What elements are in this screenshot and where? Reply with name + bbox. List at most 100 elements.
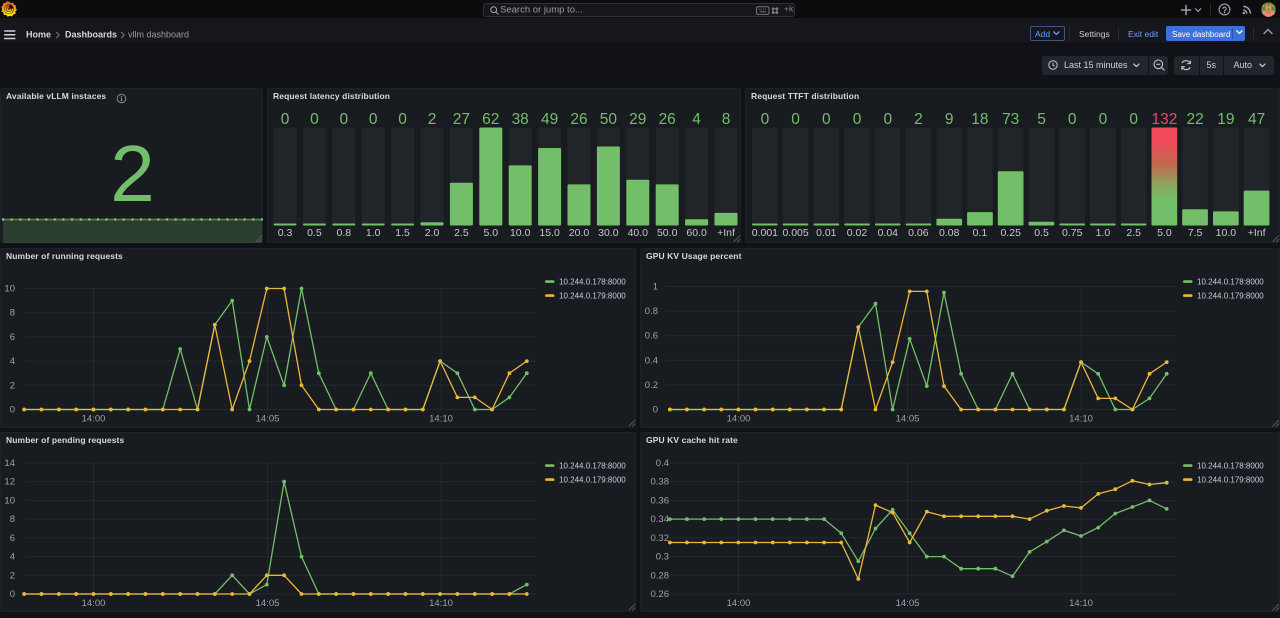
- svg-text:14:10: 14:10: [1069, 598, 1093, 609]
- svg-text:0.28: 0.28: [651, 570, 670, 581]
- svg-text:14:10: 14:10: [1069, 414, 1093, 425]
- svg-text:0.01: 0.01: [816, 227, 837, 239]
- svg-text:8: 8: [10, 308, 15, 319]
- svg-text:14:00: 14:00: [727, 414, 751, 425]
- svg-text:1: 1: [653, 282, 658, 293]
- svg-text:+Inf: +Inf: [717, 227, 735, 239]
- svg-text:26: 26: [659, 111, 676, 128]
- svg-text:6: 6: [10, 332, 15, 343]
- svg-text:10.244.0.179:8000: 10.244.0.179:8000: [559, 476, 626, 485]
- svg-text:0.3: 0.3: [656, 552, 669, 563]
- svg-text:73: 73: [1002, 111, 1019, 128]
- svg-text:0.32: 0.32: [651, 533, 670, 544]
- svg-text:60.0: 60.0: [686, 227, 707, 239]
- svg-text:0.75: 0.75: [1062, 227, 1083, 239]
- svg-text:49: 49: [541, 111, 558, 128]
- svg-text:0.25: 0.25: [1000, 227, 1021, 239]
- svg-text:50.0: 50.0: [657, 227, 678, 239]
- svg-text:14:05: 14:05: [896, 598, 920, 609]
- svg-text:0.3: 0.3: [278, 227, 293, 239]
- svg-text:+k: +k: [784, 4, 794, 14]
- svg-text:18: 18: [971, 111, 988, 128]
- svg-text:5.0: 5.0: [483, 227, 498, 239]
- svg-text:10.244.0.178:8000: 10.244.0.178:8000: [1197, 278, 1264, 287]
- svg-text:0: 0: [398, 111, 407, 128]
- svg-text:1.0: 1.0: [1096, 227, 1111, 239]
- svg-text:10.0: 10.0: [510, 227, 531, 239]
- svg-text:Exit edit: Exit edit: [1128, 29, 1159, 39]
- svg-text:1.5: 1.5: [395, 227, 410, 239]
- svg-text:10.244.0.178:8000: 10.244.0.178:8000: [1197, 462, 1264, 471]
- svg-text:0.08: 0.08: [939, 227, 960, 239]
- svg-text:5.0: 5.0: [1157, 227, 1172, 239]
- svg-text:5: 5: [1037, 111, 1046, 128]
- svg-text:0: 0: [853, 111, 862, 128]
- svg-text:10.244.0.178:8000: 10.244.0.178:8000: [559, 462, 626, 471]
- svg-text:0: 0: [10, 589, 15, 600]
- svg-text:0: 0: [822, 111, 831, 128]
- svg-text:0.34: 0.34: [651, 514, 670, 525]
- svg-text:14:10: 14:10: [429, 414, 453, 425]
- svg-text:Settings: Settings: [1079, 29, 1110, 39]
- svg-text:2: 2: [10, 380, 15, 391]
- svg-text:4: 4: [10, 356, 15, 367]
- svg-text:2: 2: [10, 570, 15, 581]
- svg-text:4: 4: [692, 111, 701, 128]
- svg-text:14: 14: [4, 458, 15, 469]
- svg-text:15.0: 15.0: [539, 227, 560, 239]
- svg-text:14:00: 14:00: [82, 598, 106, 609]
- svg-text:14:10: 14:10: [429, 598, 453, 609]
- svg-text:0.38: 0.38: [651, 477, 670, 488]
- svg-text:0: 0: [310, 111, 319, 128]
- svg-text:8: 8: [722, 111, 731, 128]
- svg-text:2.0: 2.0: [425, 227, 440, 239]
- svg-text:0.5: 0.5: [1034, 227, 1049, 239]
- svg-text:26: 26: [570, 111, 587, 128]
- svg-text:8: 8: [10, 514, 15, 525]
- svg-text:29: 29: [629, 111, 646, 128]
- svg-text:6: 6: [10, 533, 15, 544]
- svg-text:vllm dashboard: vllm dashboard: [128, 30, 189, 40]
- svg-text:40.0: 40.0: [628, 227, 649, 239]
- svg-text:0.26: 0.26: [651, 589, 670, 600]
- svg-text:0: 0: [339, 111, 348, 128]
- svg-text:27: 27: [453, 111, 470, 128]
- svg-text:Search or jump to...: Search or jump to...: [500, 5, 583, 16]
- svg-text:30.0: 30.0: [598, 227, 619, 239]
- svg-text:20.0: 20.0: [569, 227, 590, 239]
- svg-text:0.8: 0.8: [336, 227, 351, 239]
- svg-text:Home: Home: [26, 30, 51, 40]
- svg-text:0: 0: [369, 111, 378, 128]
- svg-text:0.36: 0.36: [651, 495, 670, 506]
- svg-text:10.244.0.178:8000: 10.244.0.178:8000: [559, 278, 626, 287]
- svg-text:0: 0: [281, 111, 290, 128]
- svg-text:+Inf: +Inf: [1248, 227, 1266, 239]
- svg-text:2.5: 2.5: [454, 227, 469, 239]
- svg-text:22: 22: [1186, 111, 1203, 128]
- svg-text:0.8: 0.8: [645, 306, 658, 317]
- svg-text:10.244.0.179:8000: 10.244.0.179:8000: [1197, 476, 1264, 485]
- svg-text:2: 2: [428, 111, 437, 128]
- svg-text:0: 0: [1099, 111, 1108, 128]
- svg-text:0: 0: [883, 111, 892, 128]
- svg-text:0.4: 0.4: [645, 355, 658, 366]
- svg-text:0.6: 0.6: [645, 331, 658, 342]
- svg-text:Dashboards: Dashboards: [65, 30, 117, 40]
- svg-text:10.244.0.179:8000: 10.244.0.179:8000: [559, 292, 626, 301]
- svg-text:19: 19: [1217, 111, 1234, 128]
- svg-text:50: 50: [600, 111, 618, 128]
- svg-text:0.001: 0.001: [752, 227, 778, 239]
- svg-text:9: 9: [945, 111, 954, 128]
- svg-text:132: 132: [1151, 111, 1177, 128]
- svg-text:0.005: 0.005: [782, 227, 808, 239]
- svg-text:2: 2: [914, 111, 923, 128]
- svg-text:0: 0: [791, 111, 800, 128]
- svg-text:0.2: 0.2: [645, 380, 658, 391]
- svg-text:Add: Add: [1035, 29, 1050, 39]
- svg-text:0.1: 0.1: [973, 227, 988, 239]
- svg-text:Save dashboard: Save dashboard: [1172, 30, 1230, 39]
- svg-text:14:00: 14:00: [82, 414, 106, 425]
- svg-text:14:05: 14:05: [256, 414, 280, 425]
- svg-text:14:05: 14:05: [896, 414, 920, 425]
- svg-text:10.0: 10.0: [1216, 227, 1237, 239]
